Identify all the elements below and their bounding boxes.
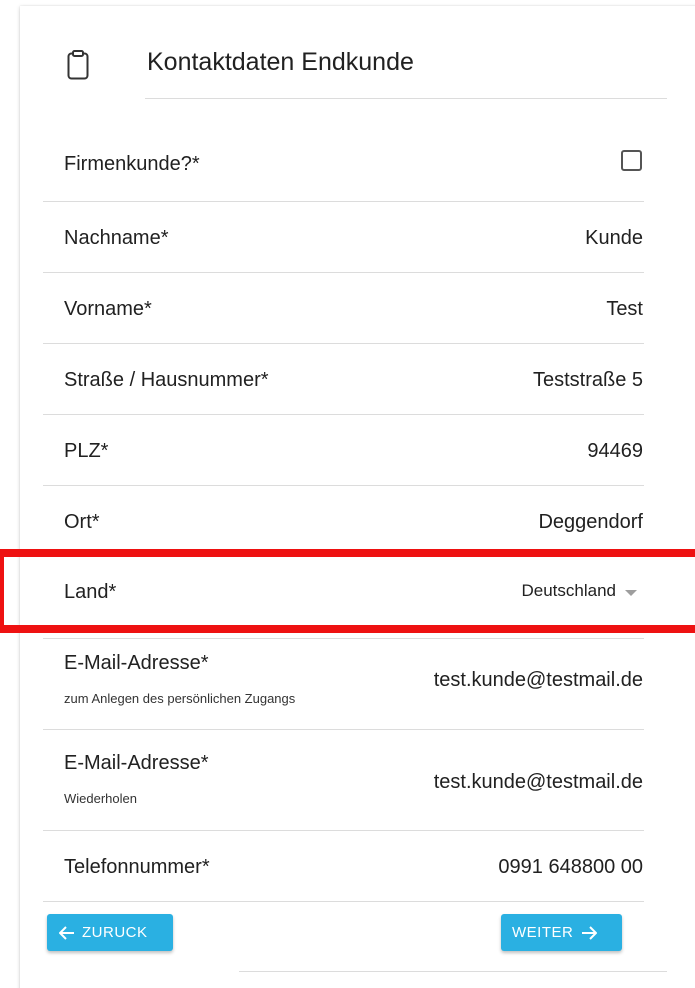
field-sublabel: Wiederholen (64, 791, 137, 806)
field-vorname[interactable]: Vorname* Test (43, 273, 644, 344)
field-telefon[interactable]: Telefonnummer* 0991 648800 00 (43, 831, 644, 902)
field-label: Ort* (64, 511, 100, 533)
next-button[interactable]: WEITER (501, 914, 622, 951)
field-email[interactable]: E-Mail-Adresse* zum Anlegen des persönli… (43, 639, 644, 730)
field-sublabel: zum Anlegen des persönlichen Zugangs (64, 691, 296, 706)
clipboard-icon (67, 50, 89, 80)
nachname-input[interactable]: Kunde (585, 227, 643, 250)
arrow-left-icon (59, 925, 74, 940)
field-label: PLZ* (64, 440, 109, 462)
field-label: Land* (64, 581, 117, 603)
field-nachname[interactable]: Nachname* Kunde (43, 202, 644, 273)
field-strasse[interactable]: Straße / Hausnummer* Teststraße 5 (43, 344, 644, 415)
email-repeat-input[interactable]: test.kunde@testmail.de (434, 771, 643, 794)
field-email-repeat[interactable]: E-Mail-Adresse* Wiederholen test.kunde@t… (43, 730, 644, 831)
field-label: E-Mail-Adresse* (64, 652, 209, 674)
vorname-input[interactable]: Test (606, 298, 643, 321)
header-divider (145, 98, 667, 99)
form-header: Kontaktdaten Endkunde (20, 6, 695, 100)
field-label: Straße / Hausnummer* (64, 369, 269, 391)
page-title: Kontaktdaten Endkunde (147, 48, 414, 76)
footer-divider (239, 971, 667, 972)
field-label: Nachname* (64, 227, 169, 249)
back-button-label: ZURUCK (82, 924, 148, 941)
plz-input[interactable]: 94469 (587, 440, 643, 463)
field-plz[interactable]: PLZ* 94469 (43, 415, 644, 486)
email-input[interactable]: test.kunde@testmail.de (434, 669, 643, 692)
ort-input[interactable]: Deggendorf (538, 511, 643, 534)
next-button-label: WEITER (512, 924, 574, 941)
caret-down-icon[interactable] (625, 590, 637, 596)
back-button[interactable]: ZURUCK (47, 914, 173, 951)
strasse-input[interactable]: Teststraße 5 (533, 369, 643, 392)
firmenkunde-checkbox[interactable] (621, 150, 642, 171)
field-ort[interactable]: Ort* Deggendorf (43, 486, 644, 557)
contact-form-card: Kontaktdaten Endkunde Firmenkunde?* Nach… (20, 6, 695, 988)
field-label: Firmenkunde?* (64, 153, 200, 175)
field-firmenkunde: Firmenkunde?* (43, 124, 644, 202)
field-label: Telefonnummer* (64, 856, 210, 878)
field-label: Vorname* (64, 298, 152, 320)
field-land[interactable]: Land* Deutschland (43, 557, 644, 639)
arrow-right-icon (582, 925, 598, 940)
field-label: E-Mail-Adresse* (64, 752, 209, 774)
land-select[interactable]: Deutschland (521, 581, 616, 601)
telefon-input[interactable]: 0991 648800 00 (498, 856, 643, 879)
